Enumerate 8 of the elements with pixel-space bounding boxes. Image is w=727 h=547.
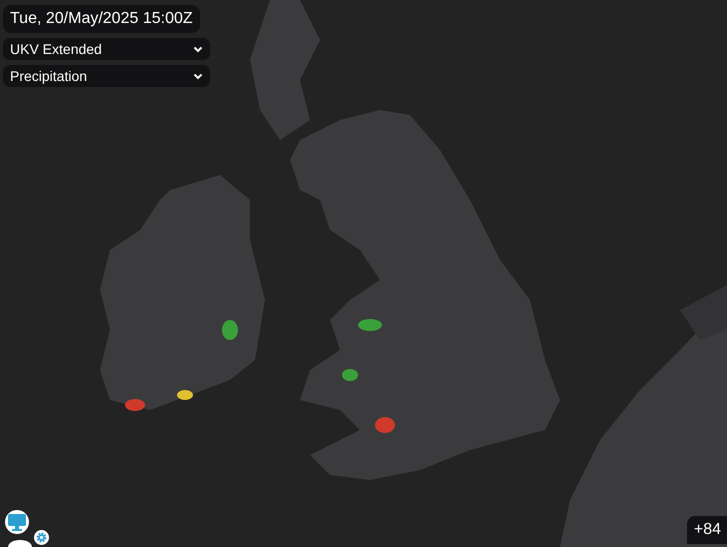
layer-dropdown[interactable]: Precipitation bbox=[3, 65, 210, 87]
model-dropdown[interactable]: UKV Extended bbox=[3, 38, 210, 60]
caret-icon bbox=[193, 72, 203, 80]
counter-badge: +84 bbox=[686, 516, 727, 544]
time-label: Tue, 20/May/2025 15:00Z bbox=[3, 5, 200, 33]
monitor-icon bbox=[7, 513, 27, 531]
settings-icon bbox=[36, 532, 47, 543]
caret-icon bbox=[193, 46, 203, 52]
